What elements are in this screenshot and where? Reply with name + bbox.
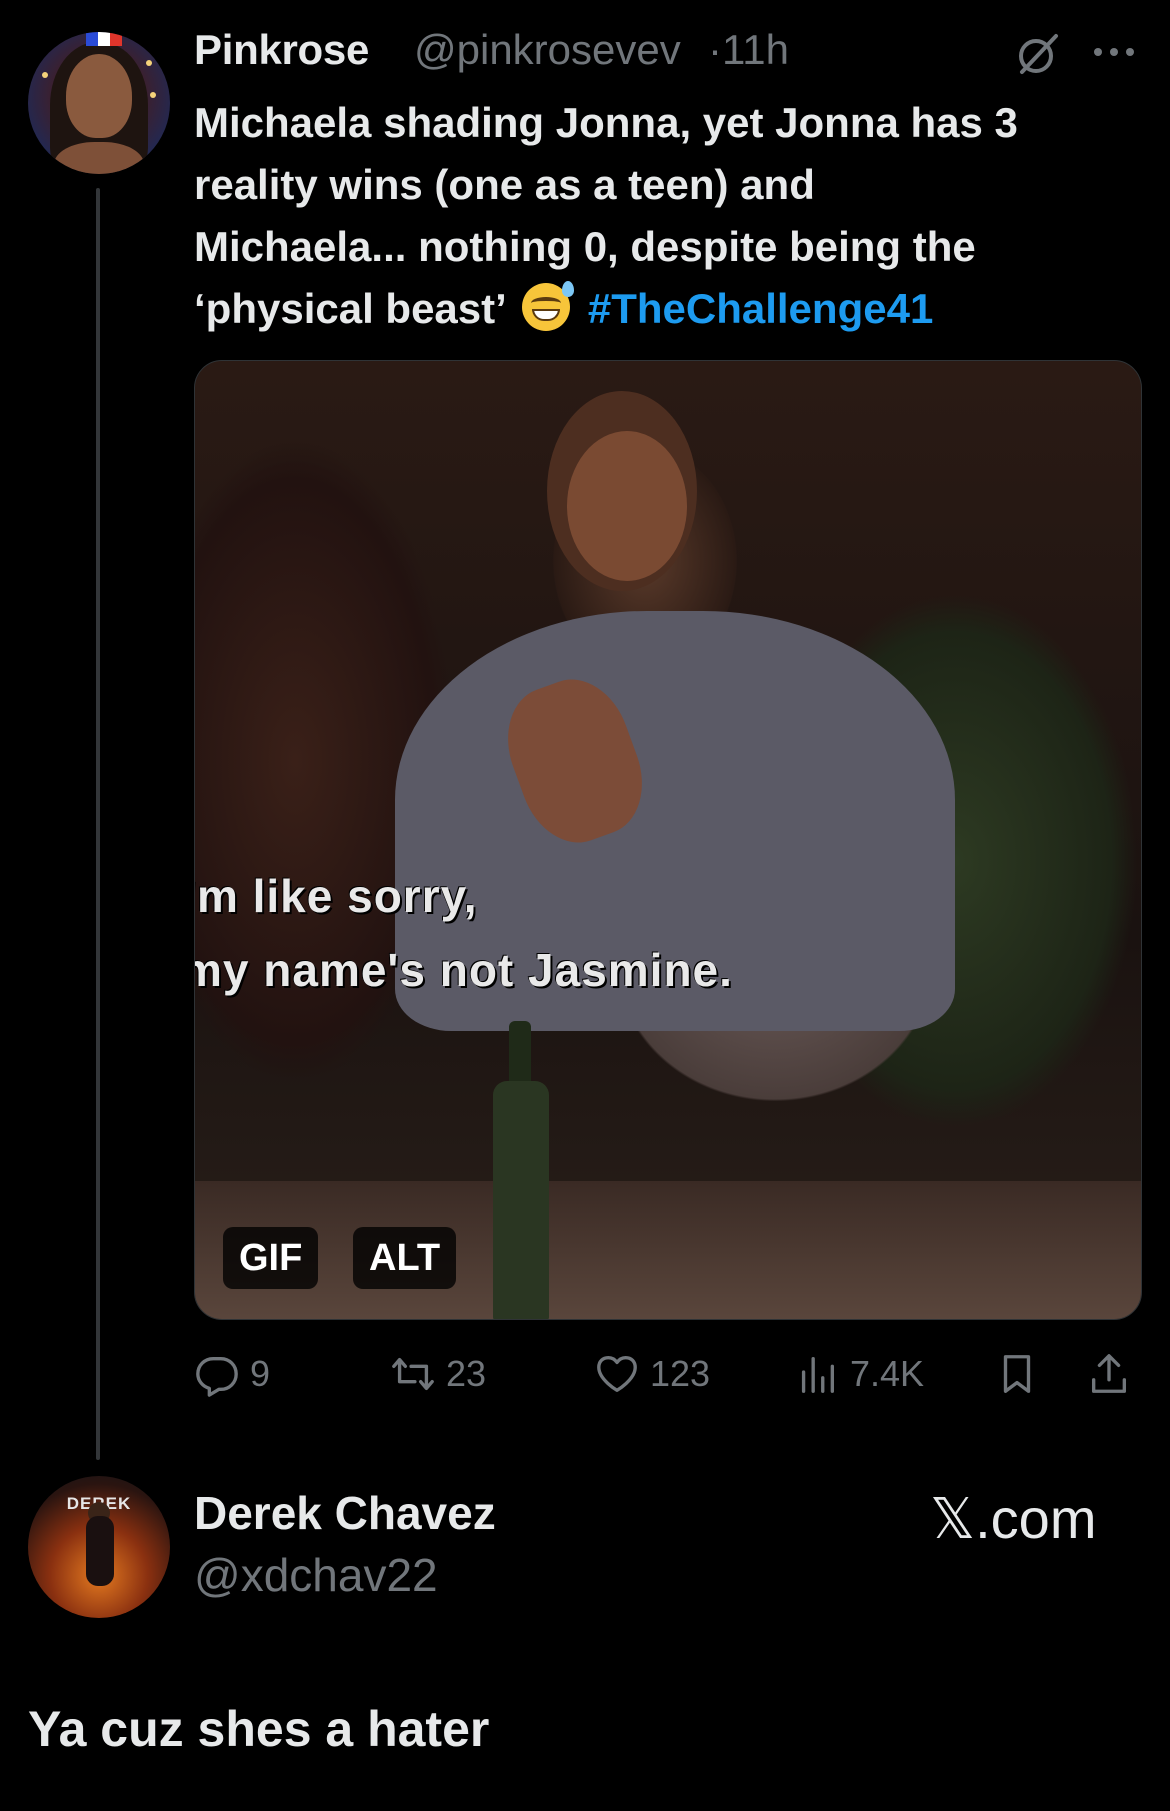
avatar-figure <box>86 1516 114 1586</box>
reply-icon <box>196 1356 238 1397</box>
hashtag-link[interactable]: #TheChallenge41 <box>588 285 933 332</box>
view-count: 7.4K <box>850 1353 925 1394</box>
flag-decoration <box>86 32 122 46</box>
x-com-source-label: 𝕏.com <box>930 1487 1097 1550</box>
heart-icon <box>597 1356 637 1392</box>
gif-media[interactable]: 'm like sorry, my name's not Jasmine. GI… <box>194 360 1142 1320</box>
media-person-face <box>567 431 687 581</box>
views-chart-icon <box>801 1356 835 1393</box>
avatar-pinkrose[interactable] <box>28 32 170 174</box>
grok-icon[interactable] <box>1014 30 1062 78</box>
tweet-text-line: Michaela shading Jonna, yet Jonna has 3 <box>194 99 1018 146</box>
alt-text-badge[interactable]: ALT <box>353 1227 457 1289</box>
media-bottle <box>493 1081 549 1319</box>
post-time[interactable]: ·11h <box>708 26 789 74</box>
sparkle-dot <box>150 92 156 98</box>
gif-caption-line: my name's not Jasmine. <box>194 944 733 996</box>
share-icon <box>1091 1354 1127 1393</box>
tweet-text-line: reality wins (one as a teen) and <box>194 161 815 208</box>
gif-caption-line: 'm like sorry, <box>194 870 478 922</box>
views-button[interactable]: 7.4K <box>794 1344 924 1404</box>
time-value: 11h <box>722 26 789 73</box>
reply-count: 9 <box>250 1353 271 1394</box>
media-table <box>195 1181 1141 1319</box>
thread-connector-line <box>96 188 100 1460</box>
retweet-count: 23 <box>446 1353 487 1394</box>
bookmark-button[interactable] <box>994 1344 1050 1404</box>
avatar-derek-chavez[interactable]: DEREK <box>28 1476 170 1618</box>
share-button[interactable] <box>1086 1344 1142 1404</box>
more-options-icon[interactable] <box>1090 32 1138 72</box>
reply-author-handle[interactable]: @xdchav22 <box>194 1548 438 1602</box>
reply-author-name[interactable]: Derek Chavez <box>194 1486 496 1540</box>
avatar-face <box>66 54 132 138</box>
grinning-sweat-emoji-icon <box>522 281 575 331</box>
tweet-text-line: Michaela... nothing 0, despite being the <box>194 223 976 270</box>
reply-button[interactable]: 9 <box>194 1344 270 1404</box>
tweet-text: Michaela shading Jonna, yet Jonna has 3 … <box>194 92 1144 340</box>
retweet-button[interactable]: 23 <box>390 1344 486 1404</box>
like-count: 123 <box>650 1353 711 1394</box>
sparkle-dot <box>42 72 48 78</box>
gif-badge: GIF <box>223 1227 319 1289</box>
tweet-text-line-last: ‘physical beast’ #TheChallenge41 <box>194 278 1144 340</box>
author-handle[interactable]: @pinkrosevev <box>414 26 681 74</box>
reply-text: Ya cuz shes a hater <box>28 1701 490 1757</box>
avatar-body <box>54 142 144 174</box>
tweet-text-line: ‘physical beast’ <box>194 285 505 332</box>
time-separator: · <box>708 26 722 73</box>
tweet-actions: 9 23 123 7.4K <box>194 1344 1142 1404</box>
bookmark-icon <box>1003 1355 1031 1393</box>
like-button[interactable]: 123 <box>594 1344 710 1404</box>
author-name[interactable]: Pinkrose <box>194 26 369 74</box>
retweet-icon <box>392 1357 434 1391</box>
sparkle-dot <box>146 60 152 66</box>
